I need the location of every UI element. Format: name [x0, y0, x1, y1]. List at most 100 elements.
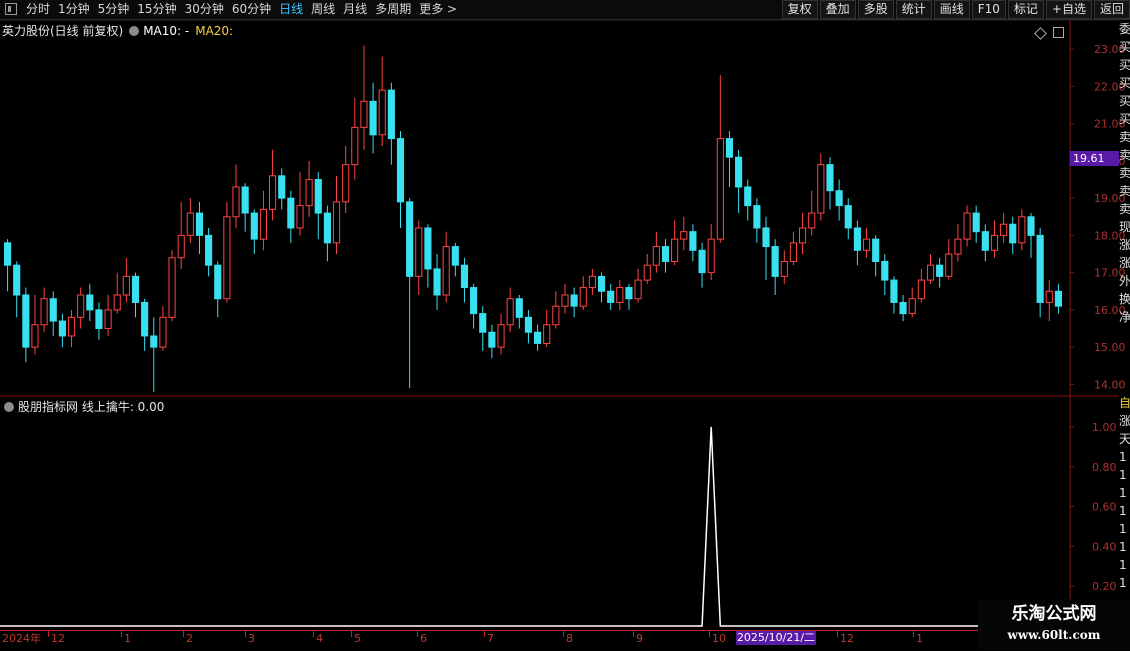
- date-tick: [121, 631, 122, 637]
- candle-body: [406, 201, 414, 277]
- side-panel-item: 买: [1119, 40, 1130, 54]
- watermark-url: www.60lt.com: [1007, 628, 1101, 642]
- chart-canvas[interactable]: 14.0015.0016.0017.0018.0019.0020.0021.00…: [0, 0, 1130, 650]
- candle-body: [141, 301, 149, 337]
- side-panel-item: 净: [1119, 310, 1130, 324]
- candle-body: [826, 164, 834, 192]
- candle-body: [1018, 216, 1026, 244]
- side-panel-sub-item: 1: [1119, 486, 1127, 500]
- candle-body: [433, 268, 441, 296]
- candle-body: [844, 205, 852, 229]
- candle-body: [808, 212, 816, 229]
- date-tick: [417, 631, 418, 637]
- candle-body: [460, 264, 469, 289]
- side-panel-item: 涨: [1119, 256, 1130, 270]
- candle-body: [862, 238, 871, 251]
- side-panel-sub-item: 1: [1119, 522, 1127, 536]
- date-tick-label: 5: [354, 632, 361, 645]
- date-tick: [351, 631, 352, 637]
- candle-body: [150, 335, 158, 348]
- candle-body: [113, 294, 121, 311]
- candle-body: [241, 186, 249, 214]
- candle-body: [597, 275, 606, 292]
- watermark-title: 乐淘公式网: [1011, 604, 1097, 624]
- date-tick-label: 12: [51, 632, 65, 645]
- candle-body: [250, 212, 258, 240]
- side-panel-item: 买: [1119, 76, 1130, 90]
- candle-body: [725, 138, 734, 158]
- side-panel-sub-item: 1: [1119, 450, 1127, 464]
- candle-body: [323, 212, 331, 244]
- candle-body: [424, 227, 432, 270]
- candle-body: [442, 246, 450, 296]
- candle-body: [661, 246, 670, 262]
- side-panel-item: 卖: [1119, 202, 1130, 216]
- candle-body: [625, 287, 633, 300]
- stock-chart-window: 分时 1分钟 5分钟 15分钟 30分钟 60分钟 日线 周线 月线 多周期 更多 > 复权 叠加 多股…: [0, 0, 1130, 650]
- side-panel-sub-item: 1: [1119, 558, 1127, 572]
- candle-body: [269, 175, 277, 210]
- date-tick-label: 1: [124, 632, 131, 645]
- candle-body: [643, 264, 651, 281]
- date-tick-label: 10: [712, 632, 726, 645]
- side-panel-gap: [1119, 326, 1130, 394]
- side-panel-item: 外: [1119, 274, 1130, 288]
- candle-body: [4, 242, 12, 266]
- indicator-label: 股朋指标网 线上擒牛: 0.00: [18, 400, 165, 414]
- candle-body: [287, 197, 295, 229]
- candle-body: [853, 227, 861, 251]
- candle-body: [305, 179, 313, 207]
- candle-body: [534, 331, 542, 344]
- candle-body: [49, 298, 57, 322]
- date-tick-label: 9: [636, 632, 643, 645]
- candle-body: [780, 260, 788, 277]
- candle-body: [259, 208, 267, 240]
- candle-body: [524, 316, 532, 333]
- candle-body: [890, 279, 898, 303]
- candle-body: [58, 320, 66, 337]
- candle-body: [872, 238, 880, 262]
- side-panel-sub-item: 自: [1119, 396, 1130, 410]
- date-tick: [313, 631, 314, 637]
- candle-body: [926, 264, 935, 281]
- date-tick-label: 6: [420, 632, 427, 645]
- candle-body: [588, 275, 596, 289]
- indicator-tick-label: 0.40: [1092, 540, 1117, 553]
- side-panel-item: 买: [1119, 58, 1130, 72]
- date-tick: [633, 631, 634, 637]
- candle-body: [835, 190, 843, 207]
- side-panel-item: 卖: [1119, 130, 1130, 144]
- candle-body: [369, 100, 377, 136]
- candle-body: [561, 294, 569, 307]
- date-tick: [245, 631, 246, 637]
- date-axis: 2024年 12 1 2 3 4 5 6 7 8 9 10 12 1: [0, 630, 1130, 651]
- side-panel-sub-item: 天: [1119, 432, 1130, 446]
- candle-body: [579, 287, 587, 307]
- candle-body: [945, 253, 953, 277]
- gear-icon[interactable]: [4, 402, 14, 412]
- candle-body: [908, 298, 916, 315]
- candle-body: [314, 179, 322, 214]
- candle-body: [479, 313, 487, 333]
- side-panel-cropped: 委买买买买买卖卖卖卖卖现涨涨外换净自涨天11111111: [1119, 20, 1130, 630]
- candle-body: [396, 138, 405, 203]
- candle-body: [278, 175, 286, 199]
- candle-body: [1000, 223, 1008, 236]
- candle-body: [689, 231, 697, 251]
- date-tick-label: 2024年: [2, 632, 41, 645]
- candle-body: [552, 305, 560, 326]
- candle-body: [378, 89, 386, 136]
- side-panel-sub-item: 1: [1119, 504, 1127, 518]
- candle-body: [387, 89, 395, 140]
- candle-body: [159, 316, 167, 348]
- candle-body: [232, 186, 240, 218]
- candle-body: [936, 264, 944, 277]
- candle-body: [607, 290, 615, 303]
- candle-body: [707, 238, 715, 274]
- side-panel-item: 委: [1119, 22, 1130, 36]
- candle-body: [506, 298, 514, 326]
- indicator-tick-label: 0.80: [1092, 461, 1117, 474]
- candle-body: [972, 212, 980, 233]
- sub-chart-info: 股朋指标网 线上擒牛: 0.00: [4, 398, 164, 414]
- candle-body: [753, 205, 761, 229]
